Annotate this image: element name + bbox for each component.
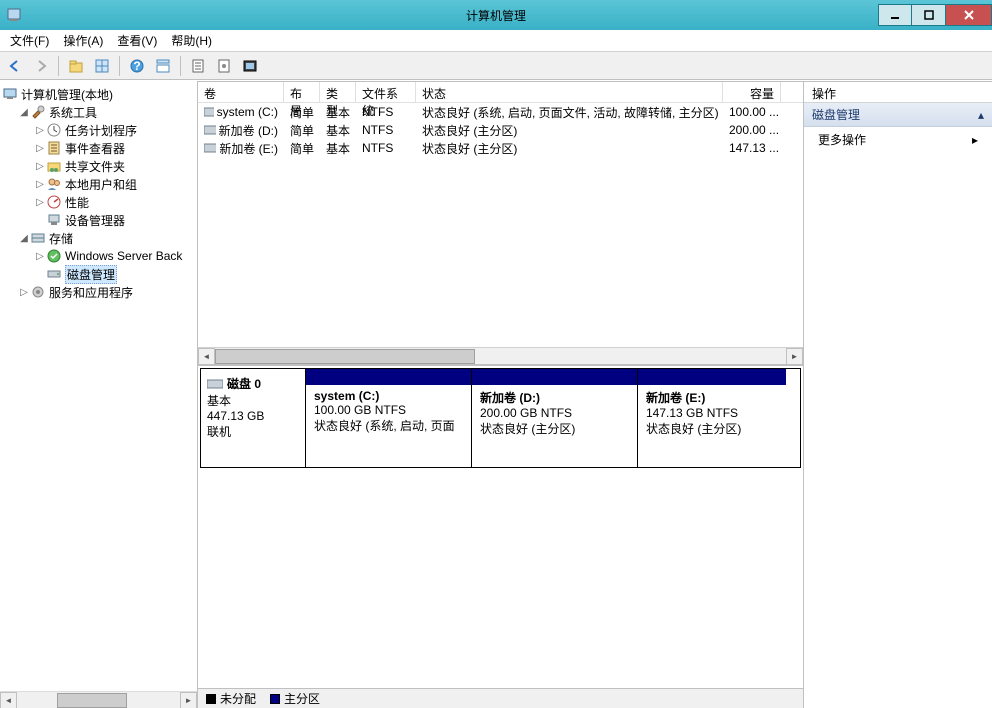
backup-icon: [46, 248, 62, 264]
tree-event-viewer[interactable]: ▷事件查看器: [34, 139, 195, 157]
disk-row[interactable]: 磁盘 0 基本 447.13 GB 联机 system (C:)100.00 G…: [200, 368, 801, 468]
volume-row[interactable]: 新加卷 (E:)简单基本NTFS状态良好 (主分区)147.13 ...: [198, 139, 803, 157]
vol-h-scrollbar[interactable]: ◄►: [198, 347, 803, 364]
tree-pane: 计算机管理(本地) ◢ 系统工具 ▷任务计划程序 ▷事件查看器 ▷共享文件夹 ▷…: [0, 81, 198, 708]
toolbar: ?: [0, 52, 992, 80]
tree-system-tools[interactable]: ◢ 系统工具: [18, 103, 195, 121]
menu-file[interactable]: 文件(F): [4, 30, 55, 51]
clock-icon: [46, 122, 62, 138]
partition[interactable]: 新加卷 (D:)200.00 GB NTFS状态良好 (主分区): [472, 369, 638, 467]
expand-icon[interactable]: ▷: [34, 197, 46, 208]
collapse-icon[interactable]: ◢: [18, 107, 30, 118]
svg-text:?: ?: [133, 59, 140, 73]
volume-list: 卷 布局 类型 文件系统 状态 容量 system (C:)简单基本NTFS状态…: [198, 81, 803, 365]
collapse-icon[interactable]: ◢: [18, 233, 30, 244]
tree-local-users[interactable]: ▷本地用户和组: [34, 175, 195, 193]
view-large-button[interactable]: [91, 55, 113, 77]
settings-button[interactable]: [213, 55, 235, 77]
help-button[interactable]: ?: [126, 55, 148, 77]
tree-wsb[interactable]: ▷Windows Server Back: [34, 247, 195, 265]
titlebar: 计算机管理: [0, 0, 992, 30]
chevron-right-icon: ▸: [972, 133, 978, 147]
perf-icon: [46, 194, 62, 210]
col-volume[interactable]: 卷: [198, 82, 284, 102]
tree-storage[interactable]: ◢ 存储: [18, 229, 195, 247]
legend: 未分配 主分区: [198, 688, 803, 708]
menu-view[interactable]: 查看(V): [111, 30, 163, 51]
properties-button[interactable]: [239, 55, 261, 77]
partition[interactable]: 新加卷 (E:)147.13 GB NTFS状态良好 (主分区): [638, 369, 786, 467]
expand-icon[interactable]: ▷: [34, 143, 46, 154]
actions-section[interactable]: 磁盘管理 ▴: [804, 103, 992, 127]
event-icon: [46, 140, 62, 156]
maximize-button[interactable]: [912, 4, 946, 26]
tree-disk-mgmt[interactable]: 磁盘管理: [34, 265, 195, 283]
disk-icon: [46, 266, 62, 282]
minimize-button[interactable]: [878, 4, 912, 26]
tree-h-scrollbar[interactable]: ◄►: [0, 691, 197, 708]
menu-help[interactable]: 帮助(H): [165, 30, 218, 51]
refresh-button[interactable]: [187, 55, 209, 77]
disk-drive-icon: [207, 378, 223, 390]
forward-button[interactable]: [30, 55, 52, 77]
disk-graphic-area: 磁盘 0 基本 447.13 GB 联机 system (C:)100.00 G…: [198, 365, 803, 708]
tree-performance[interactable]: ▷性能: [34, 193, 195, 211]
close-button[interactable]: [946, 4, 992, 26]
volume-row[interactable]: system (C:)简单基本NTFS状态良好 (系统, 启动, 页面文件, 活…: [198, 103, 803, 121]
col-status[interactable]: 状态: [416, 82, 723, 102]
col-type[interactable]: 类型: [320, 82, 356, 102]
volume-row[interactable]: 新加卷 (D:)简单基本NTFS状态良好 (主分区)200.00 ...: [198, 121, 803, 139]
actions-pane: 操作 磁盘管理 ▴ 更多操作 ▸: [804, 81, 992, 708]
col-capacity[interactable]: 容量: [723, 82, 781, 102]
app-icon: [6, 7, 22, 23]
menubar: 文件(F) 操作(A) 查看(V) 帮助(H): [0, 30, 992, 52]
tree-device-manager[interactable]: 设备管理器: [34, 211, 195, 229]
actions-more[interactable]: 更多操作 ▸: [804, 127, 992, 152]
storage-icon: [30, 230, 46, 246]
users-icon: [46, 176, 62, 192]
back-button[interactable]: [4, 55, 26, 77]
tree-task-scheduler[interactable]: ▷任务计划程序: [34, 121, 195, 139]
expand-icon[interactable]: ▷: [34, 251, 46, 262]
expand-icon[interactable]: ▷: [34, 161, 46, 172]
col-fs[interactable]: 文件系统: [356, 82, 416, 102]
content-pane: 卷 布局 类型 文件系统 状态 容量 system (C:)简单基本NTFS状态…: [198, 81, 804, 708]
window-title: 计算机管理: [466, 7, 526, 24]
services-icon: [30, 284, 46, 300]
expand-icon[interactable]: ▷: [34, 179, 46, 190]
menu-action[interactable]: 操作(A): [57, 30, 109, 51]
computer-icon: [2, 86, 18, 102]
tools-icon: [30, 104, 46, 120]
partition[interactable]: system (C:)100.00 GB NTFS状态良好 (系统, 启动, 页…: [306, 369, 472, 467]
view-details-button[interactable]: [152, 55, 174, 77]
tree-services-apps[interactable]: ▷服务和应用程序: [18, 283, 195, 301]
folder-share-icon: [46, 158, 62, 174]
collapse-icon: ▴: [978, 108, 984, 122]
expand-icon[interactable]: ▷: [18, 287, 30, 298]
disk-label[interactable]: 磁盘 0 基本 447.13 GB 联机: [200, 368, 306, 468]
tree-root[interactable]: 计算机管理(本地): [2, 85, 195, 103]
tree-shared-folders[interactable]: ▷共享文件夹: [34, 157, 195, 175]
actions-title: 操作: [804, 81, 992, 103]
up-button[interactable]: [65, 55, 87, 77]
device-icon: [46, 212, 62, 228]
window-controls: [878, 4, 992, 26]
expand-icon[interactable]: ▷: [34, 125, 46, 136]
col-layout[interactable]: 布局: [284, 82, 320, 102]
